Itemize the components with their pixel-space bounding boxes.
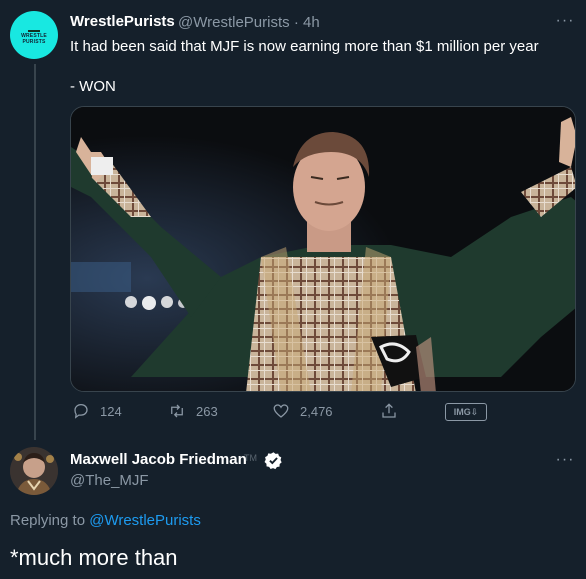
- avatar[interactable]: [10, 447, 58, 495]
- wrestler-photo: [71, 107, 575, 391]
- share-button[interactable]: [380, 402, 398, 420]
- more-horizontal-icon: ···: [555, 12, 575, 29]
- like-count: 2,476: [300, 403, 333, 419]
- author-handle[interactable]: @WrestlePurists: [178, 14, 290, 31]
- retweet-icon: [171, 404, 183, 418]
- retweet-button[interactable]: 263: [168, 402, 218, 420]
- like-button[interactable]: 2,476: [272, 402, 333, 420]
- logo-mark-icon: [28, 25, 40, 32]
- retweet-count: 263: [196, 403, 218, 419]
- verified-badge-icon: [264, 452, 282, 470]
- avatar-photo: [10, 447, 58, 495]
- more-horizontal-icon: ···: [555, 451, 575, 468]
- tweet-media-image[interactable]: [70, 106, 576, 392]
- avatar[interactable]: WRESTLE PURISTS: [10, 11, 58, 59]
- share-icon: [382, 403, 396, 418]
- reply-more-options-button[interactable]: ···: [553, 452, 577, 471]
- tweet-time[interactable]: 4h: [303, 14, 320, 31]
- author-meta: @WrestlePurists · 4h: [178, 14, 320, 31]
- heart-icon: [273, 404, 289, 418]
- thread-connector-line: [34, 64, 36, 440]
- reply-count: 124: [100, 403, 122, 419]
- reply-author-handle[interactable]: @The_MJF: [70, 472, 149, 489]
- meta-separator: ·: [293, 14, 303, 31]
- replying-to-label: Replying to: [10, 512, 86, 529]
- avatar-logo-text: WRESTLE PURISTS: [21, 33, 47, 45]
- author-name[interactable]: WrestlePurists: [70, 13, 175, 30]
- reply-icon: [74, 403, 88, 419]
- more-options-button[interactable]: ···: [553, 13, 577, 32]
- trademark-label: TM: [244, 453, 257, 463]
- reply-author-name[interactable]: Maxwell Jacob Friedman: [70, 451, 247, 468]
- reply-text: *much more than: [10, 545, 178, 570]
- reply-button[interactable]: 124: [72, 402, 122, 420]
- image-download-button[interactable]: IMG⇩: [445, 403, 487, 421]
- tweet-text: It had been said that MJF is now earning…: [70, 38, 539, 95]
- tweet-actions-bar: 124 263 2,476 IMG⇩: [70, 402, 540, 426]
- replying-to-line: Replying to @WrestlePurists: [10, 512, 201, 529]
- replying-to-link[interactable]: @WrestlePurists: [89, 512, 201, 529]
